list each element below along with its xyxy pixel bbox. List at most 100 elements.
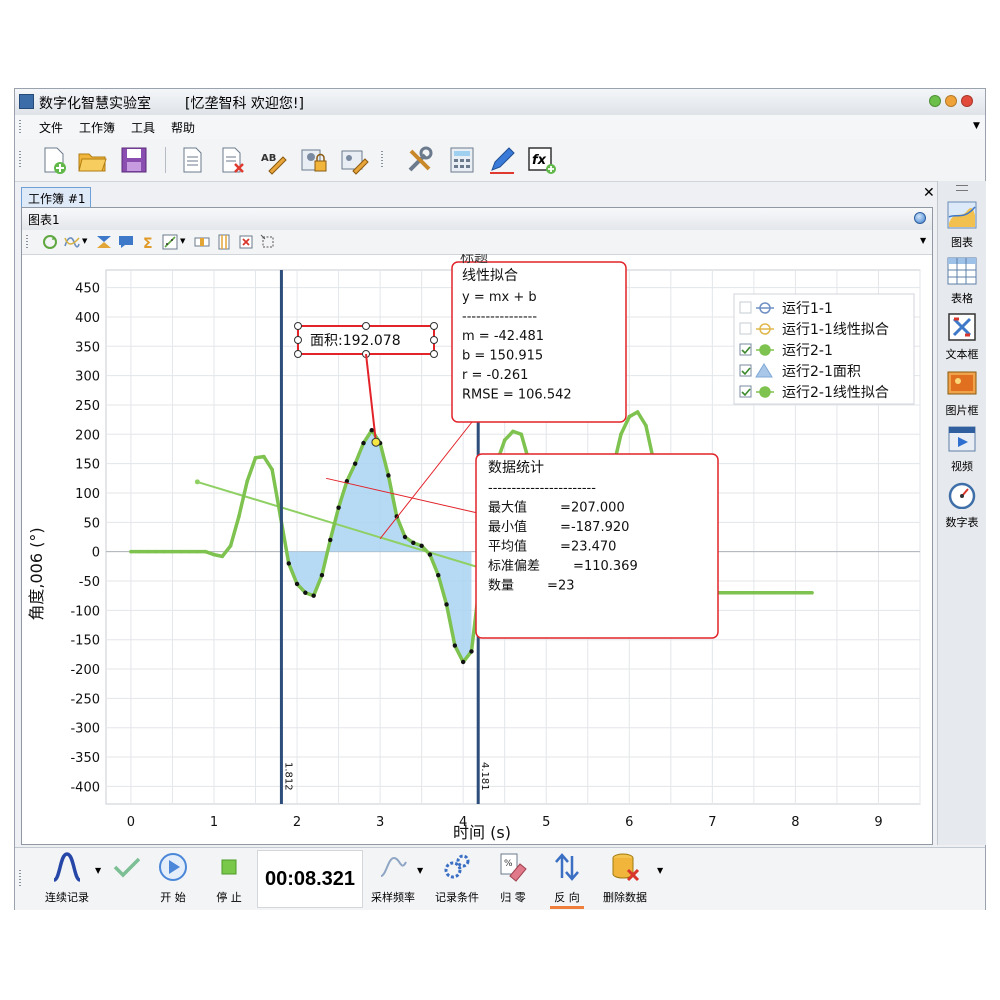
user-card-icon[interactable]	[339, 145, 369, 175]
data-point[interactable]	[511, 429, 515, 434]
sampling-rate-dropdown-icon[interactable]: ▼	[417, 866, 423, 875]
data-point[interactable]	[411, 540, 416, 546]
data-point[interactable]	[810, 590, 814, 595]
panel-restore-icon[interactable]	[914, 212, 926, 224]
close-box-icon[interactable]	[238, 234, 254, 250]
menu-grip[interactable]	[19, 120, 21, 134]
resize-handle[interactable]	[362, 322, 370, 330]
data-point[interactable]	[801, 590, 806, 595]
minimize-button[interactable]	[929, 95, 941, 107]
legend-checkbox[interactable]	[739, 301, 752, 314]
fit-icon[interactable]	[96, 234, 112, 250]
data-point[interactable]	[460, 659, 466, 665]
start-button[interactable]: 开 始	[153, 850, 193, 908]
resize-handle[interactable]	[430, 336, 438, 344]
bottom-grip[interactable]	[19, 870, 21, 886]
lock-user-icon[interactable]	[299, 145, 329, 175]
resize-handle[interactable]	[430, 322, 438, 330]
formula-icon[interactable]: fx	[527, 145, 557, 175]
confirm-button[interactable]	[109, 850, 145, 908]
data-point[interactable]	[735, 590, 740, 595]
data-point[interactable]	[328, 537, 333, 543]
data-point[interactable]	[336, 505, 341, 510]
close-tab-icon[interactable]: ✕	[923, 185, 935, 201]
spell-check-icon[interactable]: AB	[259, 145, 289, 175]
record-mode-dropdown-icon[interactable]: ▼	[95, 866, 101, 875]
chart-plot[interactable]: 450400350300250200150100500-50-100-150-2…	[22, 254, 932, 844]
document-icon[interactable]	[177, 145, 207, 175]
data-point[interactable]	[427, 552, 433, 557]
close-window-button[interactable]	[961, 95, 973, 107]
reverse-button[interactable]: 反 向	[547, 850, 587, 909]
toolbar-grip[interactable]	[19, 151, 21, 169]
data-point[interactable]	[303, 590, 308, 595]
data-point[interactable]	[635, 410, 640, 414]
data-point[interactable]	[195, 549, 200, 554]
columns-icon[interactable]	[194, 234, 210, 250]
resize-handle[interactable]	[294, 350, 302, 358]
curve-select-icon[interactable]	[64, 234, 80, 250]
data-point[interactable]	[743, 590, 748, 595]
tools-icon[interactable]	[405, 145, 435, 175]
data-point[interactable]	[361, 440, 366, 446]
zoom-icon[interactable]	[162, 234, 178, 250]
area-anchor-point[interactable]	[371, 437, 381, 447]
data-point[interactable]	[270, 467, 274, 472]
curve-dropdown-icon[interactable]: ▼	[82, 237, 87, 245]
data-point[interactable]	[253, 455, 258, 460]
data-point[interactable]	[402, 534, 408, 540]
data-point[interactable]	[245, 479, 250, 484]
continuous-record-button[interactable]: 连续记录	[37, 850, 97, 908]
data-point[interactable]	[145, 549, 150, 554]
resize-handle[interactable]	[294, 322, 302, 330]
data-point[interactable]	[203, 549, 208, 554]
data-point[interactable]	[469, 649, 474, 654]
data-point[interactable]	[785, 590, 789, 595]
crop-icon[interactable]	[260, 234, 276, 250]
data-point[interactable]	[352, 461, 358, 466]
data-point[interactable]	[752, 590, 756, 595]
maximize-button[interactable]	[945, 95, 957, 107]
refresh-icon[interactable]	[42, 234, 58, 250]
data-point[interactable]	[793, 590, 798, 595]
open-folder-icon[interactable]	[77, 145, 107, 175]
data-point[interactable]	[444, 602, 449, 607]
data-point[interactable]	[718, 590, 723, 595]
legend-checkbox[interactable]	[739, 322, 752, 335]
data-point[interactable]	[237, 514, 241, 519]
data-point[interactable]	[170, 549, 175, 554]
menu-help[interactable]: 帮助	[171, 119, 195, 136]
fit-line-start-point[interactable]	[194, 479, 200, 485]
zero-button[interactable]: % 归 零	[491, 850, 535, 908]
sidebar-item-table[interactable]: 表格	[938, 257, 986, 306]
data-point[interactable]	[776, 590, 781, 595]
toolbar-grip-2[interactable]	[381, 151, 383, 169]
delete-data-button[interactable]: 删除数据	[597, 850, 653, 908]
sidebar-item-textbox[interactable]: 文本框	[938, 313, 986, 362]
data-point[interactable]	[419, 543, 424, 549]
menu-overflow-icon[interactable]: ▼	[973, 121, 980, 131]
data-point[interactable]	[154, 549, 158, 554]
data-point[interactable]	[137, 549, 142, 554]
data-point[interactable]	[644, 423, 648, 428]
sidebar-item-video[interactable]: 视频	[938, 425, 986, 474]
sampling-rate-button[interactable]: 采样频率	[367, 850, 419, 908]
data-point[interactable]	[727, 590, 731, 595]
data-point[interactable]	[187, 549, 191, 554]
record-condition-button[interactable]: 记录条件	[429, 850, 485, 908]
data-point[interactable]	[129, 549, 133, 554]
sum-icon[interactable]: Σ	[140, 234, 156, 250]
data-point[interactable]	[228, 544, 233, 548]
data-point[interactable]	[768, 590, 773, 595]
menu-tools[interactable]: 工具	[131, 119, 155, 136]
data-point[interactable]	[262, 454, 266, 459]
chart-toolbar-grip[interactable]	[26, 235, 28, 249]
data-point[interactable]	[452, 643, 458, 648]
data-point[interactable]	[311, 593, 316, 598]
comment-icon[interactable]	[118, 234, 134, 250]
new-file-icon[interactable]	[39, 145, 69, 175]
data-point[interactable]	[619, 432, 623, 437]
data-point[interactable]	[178, 549, 183, 554]
sidebar-grip[interactable]	[956, 185, 968, 191]
data-point[interactable]	[319, 572, 325, 578]
